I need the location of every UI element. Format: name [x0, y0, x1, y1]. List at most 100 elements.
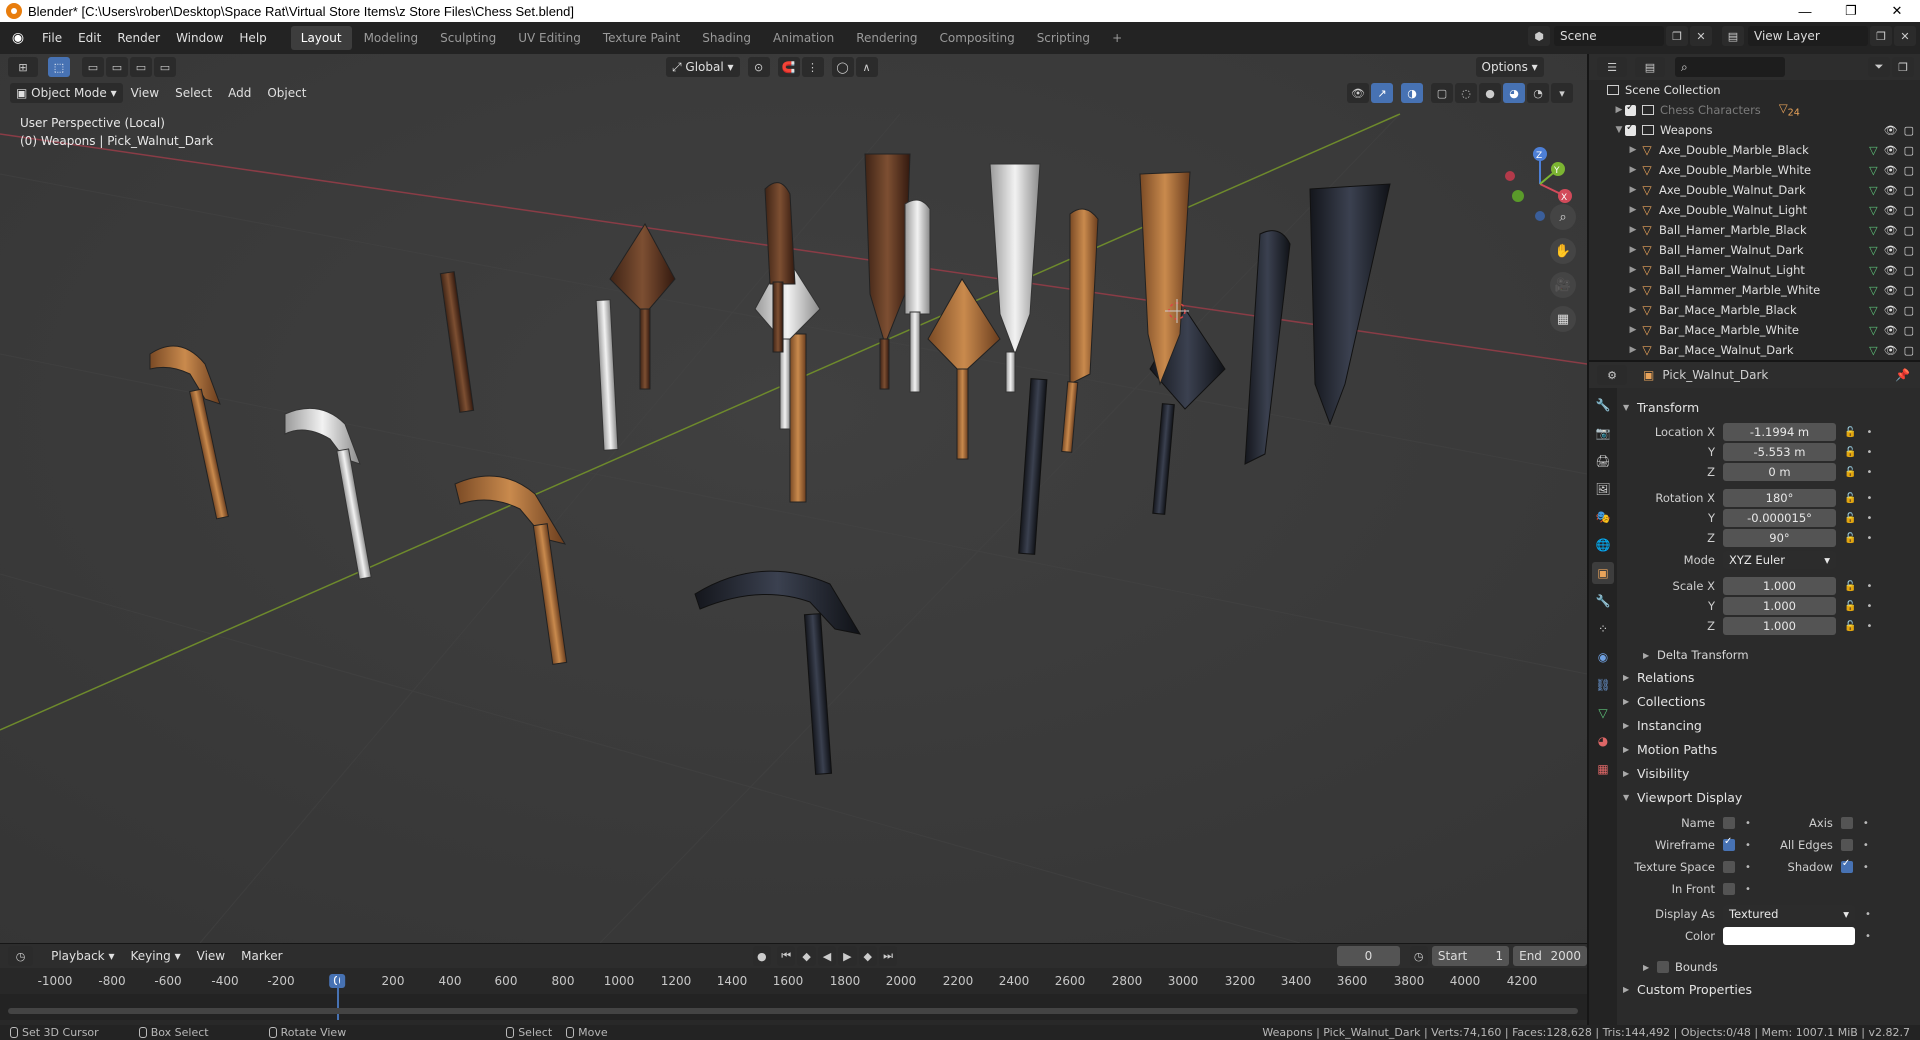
add-workspace-button[interactable]: + — [1102, 26, 1132, 50]
timeline-editor[interactable]: ◷ Playback ▾ Keying ▾ View Marker ● ⏮ ◆ … — [0, 943, 1587, 1025]
color-swatch[interactable] — [1723, 927, 1855, 945]
rotation-z-field[interactable]: 90° — [1723, 529, 1836, 547]
scale-z-field[interactable]: 1.000 — [1723, 617, 1836, 635]
proportional-edit-icon[interactable]: ◯ — [831, 57, 854, 77]
new-view-layer-icon[interactable]: ❐ — [1870, 26, 1892, 46]
collapse-arrow-icon[interactable]: ▼ — [1613, 125, 1625, 135]
scene-field[interactable]: Scene — [1554, 26, 1664, 46]
object-tab-icon[interactable]: ▣ — [1592, 562, 1614, 584]
camera-render-icon[interactable]: ▢ — [1904, 344, 1914, 357]
modifier-tab-icon[interactable]: 🔧 — [1592, 590, 1614, 612]
falloff-icon[interactable]: ∧ — [855, 57, 878, 77]
shading-wireframe-icon[interactable]: ◌ — [1455, 83, 1477, 103]
constraints-tab-icon[interactable]: ⛓ — [1592, 674, 1614, 696]
rotation-mode-dropdown[interactable]: XYZ Euler ▾ — [1723, 551, 1836, 569]
expand-arrow-icon[interactable]: ▶ — [1627, 145, 1639, 155]
select-mode-extend-icon[interactable]: ▭ — [106, 57, 128, 77]
lock-icon[interactable]: 🔓 — [1844, 427, 1856, 438]
pin-icon[interactable]: 📌 — [1895, 368, 1910, 382]
mesh-data-icon[interactable]: ▽ — [1869, 184, 1877, 197]
scene-tab-icon[interactable]: 🎭 — [1592, 506, 1614, 528]
prev-keyframe-icon[interactable]: ◆ — [797, 946, 816, 966]
xray-icon[interactable]: ▢ — [1431, 83, 1453, 103]
current-frame-field[interactable]: 0 — [1337, 946, 1400, 966]
location-y-field[interactable]: -5.553 m — [1723, 443, 1836, 461]
outliner-item-row[interactable]: ▶ ▽ Bar_Mace_Marble_White ▽ 👁 ▢ — [1589, 320, 1920, 340]
lock-icon[interactable]: 🔓 — [1844, 447, 1856, 458]
location-z-field[interactable]: 0 m — [1723, 463, 1836, 481]
editor-type-icon[interactable]: ⊞ — [8, 57, 38, 77]
tab-sculpting[interactable]: Sculpting — [430, 26, 506, 50]
shadow-checkbox[interactable] — [1840, 858, 1853, 873]
camera-render-icon[interactable]: ▢ — [1904, 244, 1914, 257]
tab-modeling[interactable]: Modeling — [354, 26, 429, 50]
view-layer-field[interactable]: View Layer — [1748, 26, 1868, 46]
keyframe-dot-icon[interactable]: • — [1866, 427, 1872, 438]
outliner-item-row[interactable]: ▶ ▽ Ball_Hamer_Marble_Black ▽ 👁 ▢ — [1589, 220, 1920, 240]
mesh-data-icon[interactable]: ▽ — [1869, 224, 1877, 237]
custom-properties-section-header[interactable]: ▶ Custom Properties — [1623, 978, 1918, 1000]
scale-y-field[interactable]: 1.000 — [1723, 597, 1836, 615]
timeline-menu-view[interactable]: View — [189, 944, 233, 968]
display-as-dropdown[interactable]: Textured ▾ — [1723, 905, 1855, 923]
lock-icon[interactable]: 🔓 — [1844, 533, 1856, 544]
mesh-data-icon[interactable]: ▽ — [1869, 164, 1877, 177]
keyframe-dot-icon[interactable]: • — [1863, 840, 1869, 851]
tool-tab-icon[interactable]: 🔧 — [1592, 394, 1614, 416]
lock-icon[interactable]: 🔓 — [1844, 601, 1856, 612]
menu-render[interactable]: Render — [109, 26, 168, 50]
filter-icon[interactable]: ⏷ — [1868, 57, 1890, 77]
in-front-checkbox[interactable] — [1723, 883, 1735, 895]
keyframe-dot-icon[interactable]: • — [1866, 581, 1872, 592]
world-tab-icon[interactable]: 🌐 — [1592, 534, 1614, 556]
keyframe-dot-icon[interactable]: • — [1865, 931, 1871, 942]
object-name-label[interactable]: Pick_Walnut_Dark — [1662, 368, 1768, 382]
texture-space-checkbox[interactable] — [1723, 861, 1735, 873]
tab-layout[interactable]: Layout — [290, 26, 352, 50]
menu-edit[interactable]: Edit — [70, 26, 109, 50]
collections-section-header[interactable]: ▶ Collections — [1623, 690, 1918, 712]
delta-transform-subpanel[interactable]: ▶ Delta Transform — [1623, 644, 1918, 666]
camera-icon[interactable]: 🎥 — [1550, 272, 1576, 298]
select-mode-subtract-icon[interactable]: ▭ — [130, 57, 152, 77]
weapons-collection-row[interactable]: ▼ Weapons 👁▢ — [1589, 120, 1920, 140]
camera-render-icon[interactable]: ▢ — [1904, 184, 1914, 197]
eye-icon[interactable]: 👁 — [1884, 184, 1898, 197]
grid-view-icon[interactable]: ▦ — [1550, 306, 1576, 332]
mesh-data-icon[interactable]: ▽ — [1869, 204, 1877, 217]
viewport-scene[interactable]: Z X Y — [0, 54, 1587, 943]
bounds-subpanel[interactable]: ▶ Bounds — [1623, 956, 1918, 978]
lock-icon[interactable]: 🔓 — [1844, 581, 1856, 592]
keyframe-dot-icon[interactable]: • — [1866, 447, 1872, 458]
camera-render-icon[interactable]: ▢ — [1904, 224, 1914, 237]
relations-section-header[interactable]: ▶ Relations — [1623, 666, 1918, 688]
mesh-data-icon[interactable]: ▽ — [1869, 324, 1877, 337]
transform-section-header[interactable]: ▼ Transform — [1623, 396, 1918, 418]
outliner-item-row[interactable]: ▶ ▽ Axe_Double_Walnut_Dark ▽ 👁 ▢ — [1589, 180, 1920, 200]
timeline-menu-marker[interactable]: Marker — [233, 944, 290, 968]
maximize-button[interactable]: ❐ — [1828, 0, 1874, 22]
expand-arrow-icon[interactable]: ▶ — [1627, 285, 1639, 295]
jump-start-icon[interactable]: ⏮ — [776, 946, 796, 966]
visibility-section-header[interactable]: ▶ Visibility — [1623, 762, 1918, 784]
close-button[interactable]: ✕ — [1874, 0, 1920, 22]
show-name-checkbox[interactable] — [1723, 817, 1735, 829]
tab-compositing[interactable]: Compositing — [929, 26, 1024, 50]
expand-arrow-icon[interactable]: ▶ — [1627, 305, 1639, 315]
select-tool-icon[interactable]: ⬚ — [48, 57, 70, 77]
tab-scripting[interactable]: Scripting — [1027, 26, 1100, 50]
shading-material-icon[interactable]: ◕ — [1503, 83, 1525, 103]
expand-arrow-icon[interactable]: ▶ — [1627, 225, 1639, 235]
keyframe-dot-icon[interactable]: • — [1866, 513, 1872, 524]
location-x-field[interactable]: -1.1994 m — [1723, 423, 1836, 441]
snap-target-icon[interactable]: ⋮ — [801, 57, 824, 77]
viewport-menu-select[interactable]: Select — [167, 81, 220, 105]
start-frame-field[interactable]: Start 1 — [1431, 946, 1510, 966]
timeline-ruler[interactable]: -1000 -800 -600 -400 -200 0 200 400 600 … — [0, 974, 1587, 992]
texture-tab-icon[interactable]: ▦ — [1592, 758, 1614, 780]
lock-icon[interactable]: 🔓 — [1844, 513, 1856, 524]
keyframe-dot-icon[interactable]: • — [1866, 467, 1872, 478]
outliner-item-row[interactable]: ▶ ▽ Ball_Hamer_Walnut_Light ▽ 👁 ▢ — [1589, 260, 1920, 280]
timeline-menu-playback[interactable]: Playback ▾ — [43, 944, 122, 968]
delete-scene-icon[interactable]: ✕ — [1690, 26, 1712, 46]
